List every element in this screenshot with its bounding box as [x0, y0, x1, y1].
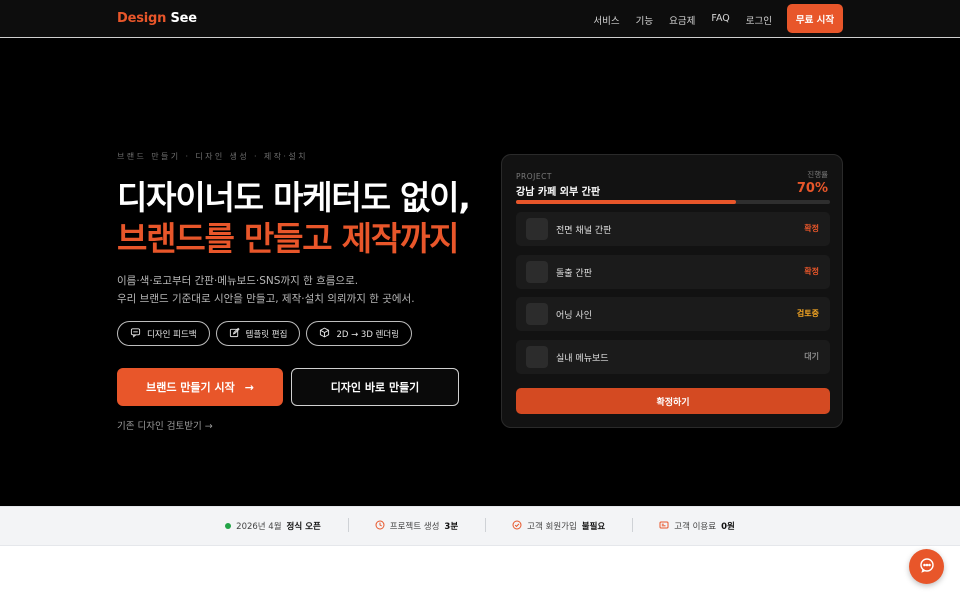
stat-value: 불필요 [581, 522, 606, 532]
status-badge: 확정 [804, 224, 819, 233]
chip-label: 템플릿 편집 [245, 329, 288, 340]
cube-icon [319, 327, 330, 341]
stat-value: 0원 [721, 522, 735, 532]
logo-part-see: See [170, 11, 198, 26]
project-item[interactable]: 어닝 사인 검토중 [516, 297, 830, 331]
edit-pencil-icon [229, 327, 240, 341]
progress-bar-fill [516, 200, 736, 204]
stat-value: 3분 [444, 522, 459, 532]
stat-project-time: 프로젝트 생성 3분 [347, 517, 485, 533]
chat-bubble-icon [130, 327, 141, 341]
status-dot-icon [225, 523, 232, 529]
project-item[interactable]: 돌출 간판 확정 [516, 254, 830, 289]
stats-strip: 2026년 4월 정식 오픈 프로젝트 생성 3분 고객 회원가입 불필요 고객… [0, 506, 960, 546]
item-name: 실내 메뉴보드 [556, 353, 609, 364]
item-thumbnail [526, 303, 548, 325]
nav-link-login[interactable]: 로그인 [746, 13, 772, 27]
nav-links: 서비스 기능 요금제 FAQ 로그인 [593, 13, 772, 27]
progress-label: 진행률 [807, 170, 828, 179]
clock-icon [375, 520, 385, 533]
item-thumbnail [526, 260, 548, 283]
item-thumbnail [526, 345, 548, 368]
hero-subtitle-line2: 우리 브랜드 기준대로 시안을 만들고, 제작·설치 의뢰까지 한 곳에서. [117, 293, 415, 305]
item-name: 어닝 사인 [556, 311, 592, 321]
chip-label: 2D → 3D 렌더링 [336, 329, 400, 340]
project-title: 강남 카페 외부 간판 [516, 187, 601, 198]
free-start-button[interactable]: 무료 시작 [787, 4, 843, 33]
stat-prefix: 고객 이용료 [674, 522, 717, 532]
stat-prefix: 고객 회원가입 [527, 522, 577, 532]
stat-signup: 고객 회원가입 불필요 [485, 517, 632, 533]
nav-link-features[interactable]: 기능 [636, 13, 653, 27]
logo-part-design: Design [117, 11, 167, 26]
logo[interactable]: Design See [117, 11, 197, 26]
chip-template-edit[interactable]: 템플릿 편집 [215, 321, 301, 346]
chip-3d-render[interactable]: 2D → 3D 렌더링 [306, 321, 413, 346]
stat-prefix: 2026년 4월 [236, 522, 282, 532]
project-card: PROJECT 강남 카페 외부 간판 진행률 70% 전면 채널 간판 확정 … [501, 154, 843, 428]
nav-link-pricing[interactable]: 요금제 [669, 13, 695, 27]
wallet-icon [659, 520, 669, 533]
arrow-right-icon: → [244, 380, 254, 394]
progress-bar [516, 200, 830, 204]
project-label: PROJECT [516, 172, 552, 181]
brand-start-button[interactable]: 브랜드 만들기 시작 → [117, 368, 283, 406]
chip-design-feedback[interactable]: 디자인 피드백 [117, 321, 210, 346]
hero-subtitle-line1: 이름·색·로고부터 간판·메뉴보드·SNS까지 한 흐름으로. [117, 275, 359, 287]
stat-fee: 고객 이용료 0원 [632, 517, 762, 533]
design-now-button[interactable]: 디자인 바로 만들기 [291, 368, 459, 406]
feature-chips: 디자인 피드백 템플릿 편집 2D → 3D 렌더링 [117, 321, 413, 346]
project-items: 전면 채널 간판 확정 돌출 간판 확정 어닝 사인 검토중 실내 메뉴보드 대… [516, 212, 830, 382]
chip-label: 디자인 피드백 [147, 329, 197, 340]
stat-prefix: 프로젝트 생성 [389, 522, 440, 532]
chat-button[interactable] [909, 549, 944, 584]
status-badge: 대기 [804, 351, 819, 361]
lower-section [0, 546, 960, 600]
design-review-link[interactable]: 기존 디자인 검토받기 → [117, 418, 213, 432]
check-circle-icon [512, 520, 522, 533]
nav-link-faq[interactable]: FAQ [711, 13, 729, 27]
item-name: 전면 채널 간판 [556, 226, 612, 236]
button-label: 브랜드 만들기 시작 [146, 381, 235, 394]
stat-launch: 2026년 4월 정식 오픈 [198, 520, 348, 532]
project-item[interactable]: 전면 채널 간판 확정 [516, 212, 830, 246]
confirm-button[interactable]: 확정하기 [516, 388, 830, 414]
item-thumbnail [526, 218, 548, 240]
status-badge: 확정 [804, 266, 819, 276]
item-name: 돌출 간판 [556, 268, 592, 279]
nav-link-service[interactable]: 서비스 [593, 13, 619, 27]
status-badge: 검토중 [796, 309, 819, 318]
project-item[interactable]: 실내 메뉴보드 대기 [516, 339, 830, 374]
stat-value: 정식 오픈 [286, 522, 321, 532]
progress-percent: 70% [796, 181, 828, 196]
top-nav: Design See 서비스 기능 요금제 FAQ 로그인 무료 시작 [0, 0, 960, 38]
hero-title-line2: 브랜드를 만들고 제작까지 [117, 219, 460, 258]
hero-eyebrow: 브랜드 만들기 · 디자인 생성 · 제작·설치 [117, 152, 308, 161]
chat-icon [919, 557, 935, 577]
hero-title-line1: 디자이너도 마케터도 없이, [117, 178, 471, 217]
